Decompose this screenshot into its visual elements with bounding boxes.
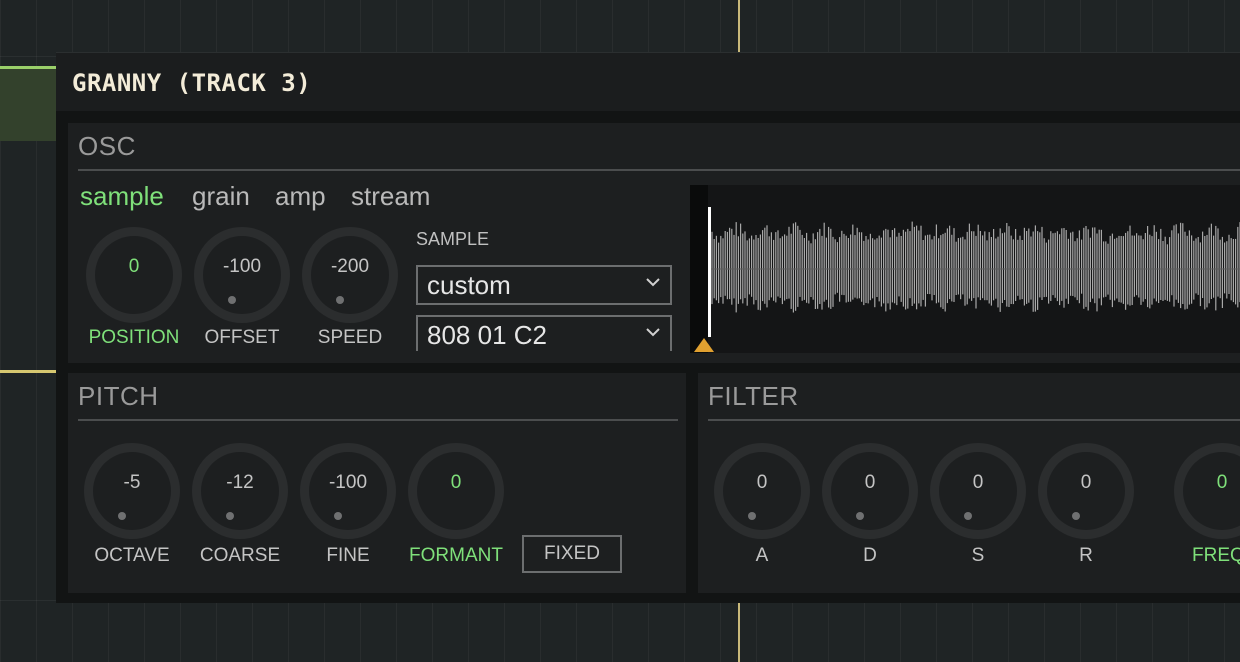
release-value: 0 — [1080, 472, 1092, 493]
chevron-down-icon — [646, 278, 660, 287]
coarse-label: COARSE — [199, 545, 281, 566]
osc-title: OSC — [78, 131, 136, 161]
attack-indicator — [748, 512, 756, 520]
sustain-label: S — [971, 545, 985, 566]
formant-label: FORMANT — [409, 545, 503, 566]
tab-grain[interactable]: grain — [192, 181, 250, 212]
filter-panel: FILTER 0 A 0 D 0 S 0 R 0 FREQ — [698, 373, 1240, 593]
offset-indicator — [228, 296, 236, 304]
start-marker-icon[interactable] — [693, 337, 715, 353]
octave-indicator — [118, 512, 126, 520]
filter-divider — [708, 419, 1240, 421]
sample-source-select[interactable]: custom — [416, 265, 672, 305]
attack-label: A — [755, 545, 769, 566]
release-knob[interactable]: 0 — [1038, 443, 1134, 539]
osc-panel: OSC sample grain amp stream 0 POSITION -… — [68, 123, 1240, 363]
formant-value: 0 — [450, 472, 462, 493]
formant-knob[interactable]: 0 — [408, 443, 504, 539]
freq-label: FREQ — [1192, 545, 1240, 566]
tab-sample[interactable]: sample — [80, 181, 164, 212]
octave-label: OCTAVE — [94, 545, 170, 566]
pitch-panel: PITCH -5 OCTAVE -12 COARSE -100 FINE 0 F… — [68, 373, 686, 593]
sample-source-value: custom — [427, 270, 511, 300]
fixed-button[interactable]: FIXED — [522, 535, 622, 573]
tab-amp[interactable]: amp — [275, 181, 326, 212]
plugin-window: GRANNY (TRACK 3) OSC sample grain amp st… — [56, 52, 1240, 603]
arrangement-playhead — [738, 602, 740, 662]
fine-knob[interactable]: -100 — [300, 443, 396, 539]
sustain-value: 0 — [972, 472, 984, 493]
filter-title: FILTER — [708, 381, 799, 411]
attack-knob[interactable]: 0 — [714, 443, 810, 539]
sample-position-cursor[interactable] — [708, 207, 711, 337]
speed-label: SPEED — [317, 327, 383, 348]
position-knob[interactable]: 0 — [86, 227, 182, 323]
speed-value: -200 — [330, 256, 370, 277]
track-clip-marker — [0, 370, 56, 373]
sustain-indicator — [964, 512, 972, 520]
tab-stream[interactable]: stream — [351, 181, 430, 212]
waveform — [708, 221, 1240, 313]
speed-indicator — [336, 296, 344, 304]
position-value: 0 — [128, 256, 140, 277]
coarse-value: -12 — [226, 472, 254, 493]
chevron-down-icon — [646, 328, 660, 337]
release-indicator — [1072, 512, 1080, 520]
osc-divider — [78, 169, 1240, 171]
octave-value: -5 — [123, 472, 141, 493]
coarse-indicator — [226, 512, 234, 520]
sample-name-select[interactable]: 808 01 C2 — [416, 315, 672, 351]
sample-name-value: 808 01 C2 — [427, 320, 547, 350]
octave-knob[interactable]: -5 — [84, 443, 180, 539]
decay-value: 0 — [864, 472, 876, 493]
freq-knob[interactable]: 0 — [1174, 443, 1240, 539]
decay-indicator — [856, 512, 864, 520]
fine-indicator — [334, 512, 342, 520]
plugin-title: GRANNY (TRACK 3) — [72, 69, 312, 97]
release-label: R — [1079, 545, 1093, 566]
fine-label: FINE — [326, 545, 370, 566]
sustain-knob[interactable]: 0 — [930, 443, 1026, 539]
pitch-divider — [78, 419, 678, 421]
fine-value: -100 — [328, 472, 368, 493]
track-clip[interactable] — [0, 66, 56, 141]
offset-label: OFFSET — [204, 327, 280, 348]
position-label: POSITION — [88, 327, 180, 348]
waveform-display[interactable] — [690, 185, 1240, 353]
pitch-title: PITCH — [78, 381, 159, 411]
decay-knob[interactable]: 0 — [822, 443, 918, 539]
attack-value: 0 — [756, 472, 768, 493]
speed-knob[interactable]: -200 — [302, 227, 398, 323]
coarse-knob[interactable]: -12 — [192, 443, 288, 539]
plugin-titlebar[interactable]: GRANNY (TRACK 3) — [56, 53, 1240, 111]
decay-label: D — [863, 545, 877, 566]
offset-knob[interactable]: -100 — [194, 227, 290, 323]
arrangement-playhead — [738, 0, 740, 52]
freq-value: 0 — [1216, 472, 1228, 493]
offset-value: -100 — [222, 256, 262, 277]
sample-label: SAMPLE — [416, 229, 490, 249]
